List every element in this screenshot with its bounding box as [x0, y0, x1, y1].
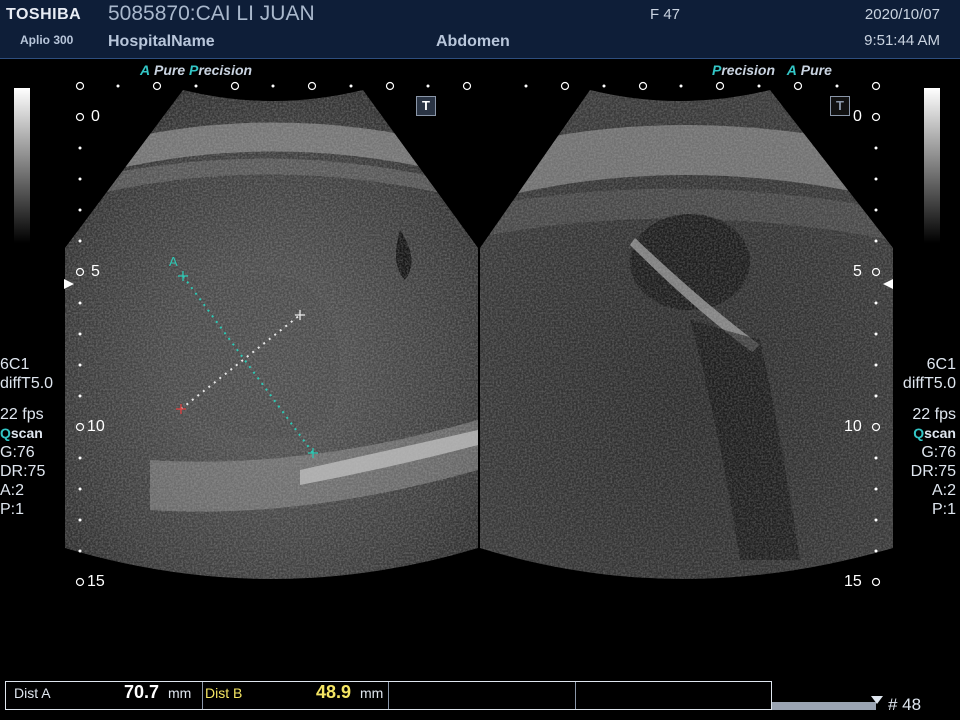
mode-label: diffT5.0 [0, 375, 54, 392]
ultrasound-image-area [64, 81, 893, 587]
scan-params-left: 6C1 diffT5.0 22 fps Qscan G:76 DR:75 A:2… [0, 355, 53, 519]
dist-b-unit: mm [360, 685, 384, 701]
caliper-a-label: A [169, 254, 178, 269]
cine-slider-handle[interactable] [871, 696, 883, 704]
measurement-cell-dist-b[interactable]: Dist B 48.9 mm [203, 682, 389, 709]
ultrasound-sector-right [480, 90, 893, 579]
dist-a-unit: mm [168, 685, 192, 701]
orientation-marker-left: T [416, 96, 436, 116]
fps-label: 22 fps [0, 406, 44, 423]
depth-label-10-left: 10 [87, 418, 105, 435]
depth-label-5-right: 5 [853, 263, 862, 280]
depth-label-15-left: 15 [87, 573, 105, 590]
depth-label-10-right: 10 [844, 418, 862, 435]
dynamic-range-label: DR:75 [910, 463, 956, 480]
lateral-scale-top [75, 81, 881, 91]
frame-number: # 48 [888, 695, 922, 714]
dist-b-value: 48.9 [316, 682, 352, 702]
cine-slider-track[interactable] [772, 702, 876, 710]
fps-label: 22 fps [912, 406, 956, 423]
qscan-label: Qscan [0, 425, 43, 441]
measurement-bar: Dist A 70.7 mm Dist B 48.9 mm [5, 681, 772, 710]
measurement-cell-empty-2 [576, 682, 770, 709]
measurement-cell-empty-1 [389, 682, 576, 709]
depth-label-0-left: 0 [91, 108, 100, 125]
measurement-cell-dist-a[interactable]: Dist A 70.7 mm [6, 682, 203, 709]
gain-label: G:76 [0, 444, 35, 461]
ultrasound-sector-left [65, 90, 478, 579]
p-param-label: P:1 [931, 501, 956, 518]
depth-label-0-right: 0 [853, 108, 862, 125]
dist-a-value: 70.7 [124, 682, 160, 702]
mode-label: diffT5.0 [902, 375, 956, 392]
a-param-label: A:2 [931, 482, 956, 499]
orientation-marker-right: T [830, 96, 850, 116]
probe-label: 6C1 [926, 356, 956, 373]
a-param-label: A:2 [0, 482, 25, 499]
gain-label: G:76 [921, 444, 956, 461]
probe-label: 6C1 [0, 356, 30, 373]
p-param-label: P:1 [0, 501, 25, 518]
depth-label-5-left: 5 [91, 263, 100, 280]
depth-label-15-right: 15 [844, 573, 862, 590]
dist-b-label: Dist B [205, 685, 243, 701]
dist-a-label: Dist A [14, 685, 51, 701]
qscan-label: Qscan [913, 425, 956, 441]
scan-params-right: 6C1 diffT5.0 22 fps Qscan G:76 DR:75 A:2… [903, 355, 956, 519]
dynamic-range-label: DR:75 [0, 463, 46, 480]
